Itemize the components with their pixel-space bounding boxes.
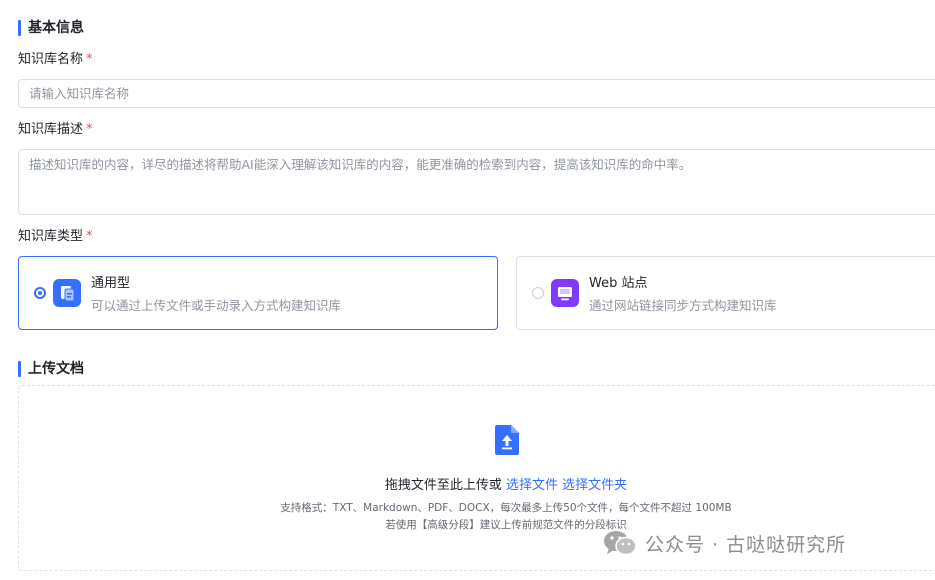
radio-website[interactable] (532, 287, 544, 299)
watermark-text: 公众号 · 古哒哒研究所 (645, 533, 847, 556)
upload-prompt-text: 拖拽文件至此上传或 (384, 478, 502, 493)
kb-type-option-general[interactable]: 通用型 可以通过上传文件或手动录入方式构建知识库 (18, 256, 498, 330)
section-title-upload: 上传文档 (18, 361, 84, 377)
kb-description-label-text: 知识库描述 (18, 122, 84, 137)
required-mark: * (86, 122, 93, 137)
watermark: 公众号 · 古哒哒研究所 (603, 527, 846, 559)
upload-formats-hint: 支持格式：TXT、Markdown、PDF、DOCX，每次最多上传50个文件，每… (280, 502, 732, 514)
kb-type-general-desc: 可以通过上传文件或手动录入方式构建知识库 (91, 298, 342, 313)
kb-type-general-title: 通用型 (91, 276, 131, 291)
kb-type-website-title: Web 站点 (589, 276, 648, 291)
knowledge-base-form: 基本信息 知识库名称* 知识库描述* 知识库类型* 通用型 可以通过上传文件或手… (0, 0, 935, 580)
kb-type-option-website[interactable]: Web 站点 通过网站链接同步方式构建知识库 (516, 256, 935, 330)
kb-name-input[interactable] (18, 79, 935, 108)
select-folder-link[interactable]: 选择文件夹 (562, 478, 627, 493)
upload-prompt-line: 拖拽文件至此上传或 选择文件 选择文件夹 (19, 474, 935, 493)
section-title-basic-info: 基本信息 (18, 20, 84, 36)
wechat-icon (604, 531, 637, 556)
file-upload-icon (495, 425, 519, 455)
monitor-icon (551, 279, 579, 307)
kb-type-label: 知识库类型 * (18, 229, 93, 245)
required-mark: * (86, 229, 93, 244)
radio-general[interactable] (34, 287, 46, 299)
kb-description-label: 知识库描述 * (18, 122, 93, 138)
document-icon (53, 279, 81, 307)
kb-description-textarea[interactable] (18, 149, 935, 215)
kb-name-label-text: 知识库名称 (18, 52, 84, 67)
kb-type-label-text: 知识库类型 (18, 229, 84, 244)
kb-type-website-desc: 通过网站链接同步方式构建知识库 (589, 298, 777, 313)
select-file-link[interactable]: 选择文件 (506, 478, 558, 493)
required-mark: * (86, 52, 93, 67)
kb-name-label: 知识库名称 * (18, 52, 93, 68)
